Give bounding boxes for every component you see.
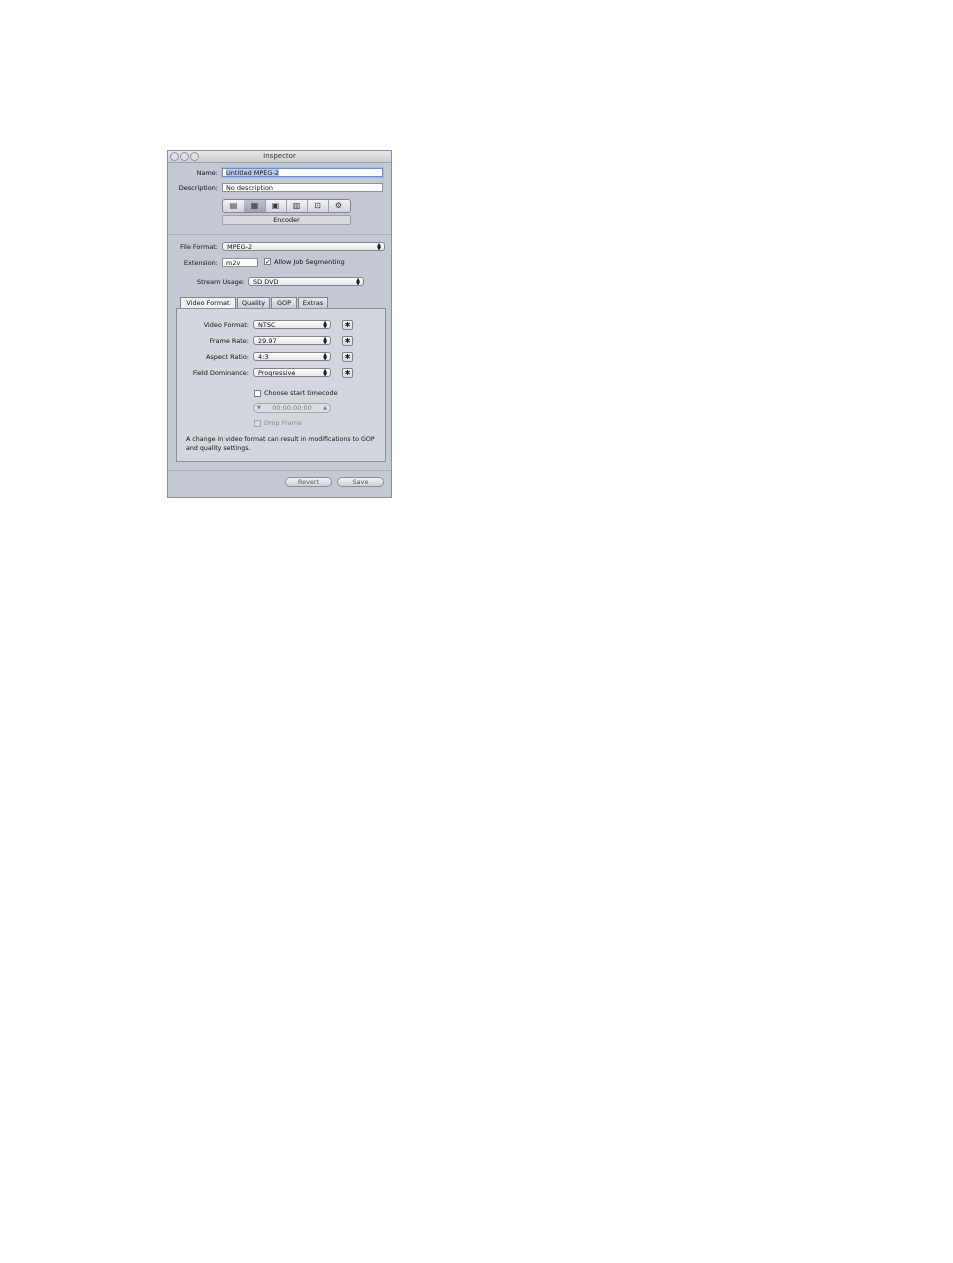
tab-video-format[interactable]: Video Format [180, 297, 236, 308]
tab-quality[interactable]: Quality [237, 297, 270, 308]
field-dominance-label: Field Dominance: [192, 369, 249, 377]
frame-rate-gear-icon[interactable]: ✱ [342, 336, 353, 346]
field-dominance-popup[interactable]: Progressive ▲ ▼ [253, 368, 331, 377]
name-label: Name: [196, 169, 218, 177]
allow-segmenting-checkbox[interactable]: ✓ [264, 258, 271, 266]
decrement-icon[interactable]: ▼ [257, 404, 261, 413]
field-dominance-gear-icon[interactable]: ✱ [342, 368, 353, 378]
title-bar: Inspector [168, 151, 391, 163]
video-format-gear-icon[interactable]: ✱ [342, 320, 353, 330]
tab-extras[interactable]: Extras [298, 297, 328, 308]
divider [168, 234, 391, 235]
encoder-icon[interactable]: ▦ [244, 200, 266, 212]
tab-gop[interactable]: GOP [271, 297, 297, 308]
video-format-popup[interactable]: NTSC ▲ ▼ [253, 320, 331, 329]
format-change-note: A change in video format can result in m… [186, 436, 375, 452]
window-title: Inspector [263, 152, 296, 160]
frame-rate-label: Frame Rate: [209, 337, 249, 345]
actions-icon[interactable]: ⚙ [328, 200, 349, 212]
frame-controls-icon[interactable]: ▣ [265, 200, 287, 212]
frame-rate-popup[interactable]: 29.97 ▲ ▼ [253, 336, 331, 345]
inspector-window: Inspector Name: Untitled MPEG-2 Descript… [167, 150, 392, 498]
description-field[interactable]: No description [222, 183, 383, 192]
start-timecode-stepper[interactable]: ▼ 00:00:00:00 ▲ [253, 403, 331, 413]
name-field[interactable]: Untitled MPEG-2 [222, 168, 383, 177]
allow-segmenting-label: Allow Job Segmenting [274, 258, 345, 266]
revert-button[interactable]: Revert [285, 477, 332, 487]
video-format-label: Video Format: [203, 321, 249, 329]
extension-field[interactable]: m2v [222, 258, 258, 267]
increment-icon[interactable]: ▲ [323, 404, 327, 413]
summary-icon[interactable]: ▤ [223, 200, 245, 212]
file-format-label: File Format: [179, 243, 218, 251]
extension-label: Extension: [183, 259, 218, 267]
aspect-ratio-popup[interactable]: 4:3 ▲ ▼ [253, 352, 331, 361]
encoder-pane-label: Encoder [222, 215, 351, 225]
stream-usage-label: Stream Usage: [196, 278, 245, 286]
stream-usage-popup[interactable]: SD DVD ▲ ▼ [248, 277, 364, 286]
inspector-segmented-control: ▤ ▦ ▣ ▥ ⊡ ⚙ [222, 199, 351, 213]
geometry-icon[interactable]: ⊡ [307, 200, 329, 212]
save-button[interactable]: Save [337, 477, 384, 487]
start-timecode-checkbox[interactable] [254, 390, 261, 397]
timecode-value: 00:00:00:00 [272, 404, 312, 412]
aspect-ratio-label: Aspect Ratio: [205, 353, 249, 361]
aspect-ratio-gear-icon[interactable]: ✱ [342, 352, 353, 362]
footer-divider [168, 470, 391, 471]
filters-icon[interactable]: ▥ [286, 200, 308, 212]
drop-frame-checkbox[interactable] [254, 420, 261, 427]
file-format-popup[interactable]: MPEG-2 ▲ ▼ [222, 242, 385, 251]
drop-frame-label: Drop Frame [264, 419, 302, 427]
description-label: Description: [178, 184, 218, 192]
start-timecode-label: Choose start timecode [264, 389, 338, 397]
